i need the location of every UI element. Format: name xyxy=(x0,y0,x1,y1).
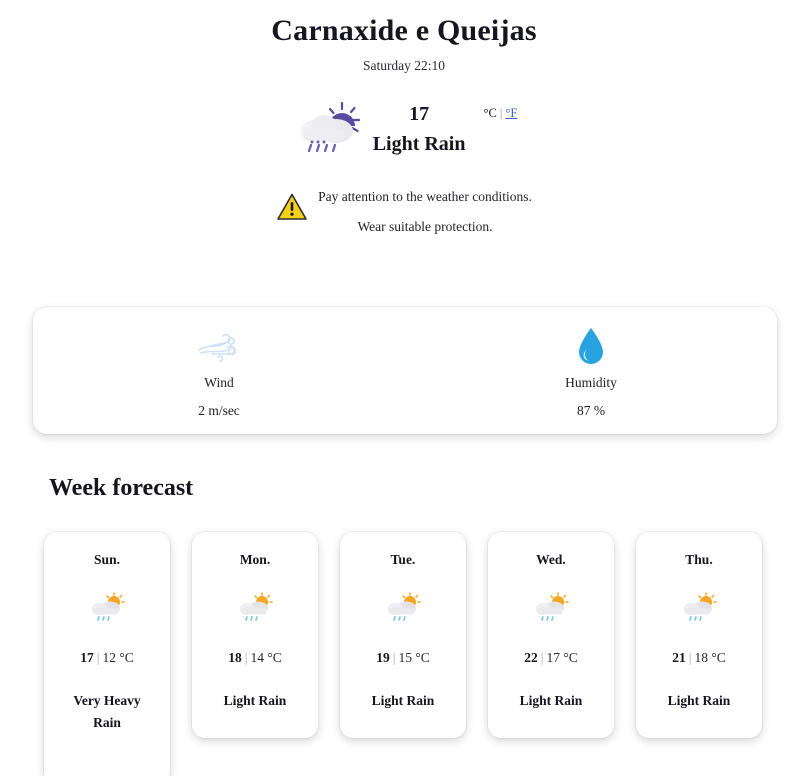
stat-value: 87 % xyxy=(576,403,606,418)
forecast-card-wed[interactable]: Wed. 22 | 17 °C Light Rain xyxy=(488,532,614,738)
advisory-line-1: Pay attention to the weather conditions. xyxy=(318,189,532,204)
forecast-temp-separator: | xyxy=(244,650,248,665)
forecast-temp-separator: | xyxy=(392,650,396,665)
forecast-high: 22 xyxy=(524,650,538,665)
forecast-card-thu[interactable]: Thu. 21 | 18 °C Light Rain xyxy=(636,532,762,738)
forecast-temps: 19 | 15 °C xyxy=(376,650,429,666)
sun-behind-cloud-rain-icon xyxy=(680,592,718,626)
advisory-line-2: Wear suitable protection. xyxy=(357,218,493,234)
forecast-day-label: Tue. xyxy=(390,552,416,567)
forecast-description: Light Rain xyxy=(223,693,287,708)
forecast-temps: 22 | 17 °C xyxy=(524,650,577,666)
stat-wind: Wind 2 m/sec xyxy=(33,307,405,434)
forecast-high: 21 xyxy=(672,650,686,665)
warning-triangle-icon xyxy=(276,192,308,222)
unit-celsius[interactable]: °C xyxy=(484,106,497,120)
forecast-day-label: Thu. xyxy=(685,552,713,567)
unit-fahrenheit-link[interactable]: °F xyxy=(505,106,517,120)
wind-icon xyxy=(196,326,242,368)
sun-behind-cloud-rain-icon xyxy=(88,592,126,626)
advisory-text: Pay attention to the weather conditions.… xyxy=(318,190,532,233)
forecast-temps: 18 | 14 °C xyxy=(228,650,281,666)
forecast-day-label: Wed. xyxy=(536,552,566,567)
forecast-description: Very Heavy Rain xyxy=(73,693,141,730)
forecast-temps: 21 | 18 °C xyxy=(672,650,725,666)
week-forecast-list: Sun. 17 | 12 °C Very Heavy Rain Mon. 18 … xyxy=(44,532,764,776)
sun-behind-cloud-rain-icon xyxy=(236,592,274,626)
forecast-low: 17 °C xyxy=(546,650,578,665)
forecast-temp-separator: | xyxy=(96,650,100,665)
week-forecast-heading: Week forecast xyxy=(49,474,194,501)
forecast-temp-separator: | xyxy=(540,650,544,665)
current-temperature: 17 xyxy=(409,103,430,125)
forecast-low: 12 °C xyxy=(102,650,134,665)
unit-toggle[interactable]: °C | °F xyxy=(484,106,518,121)
sun-behind-cloud-rain-icon xyxy=(384,592,422,626)
page-title: Carnaxide e Queijas xyxy=(271,14,537,47)
weather-advisory: Pay attention to the weather conditions.… xyxy=(0,190,808,233)
stat-label: Humidity xyxy=(565,375,617,390)
stat-humidity: Humidity 87 % xyxy=(405,307,777,434)
conditions-stats-card: Wind 2 m/sec Humidity 87 % xyxy=(33,307,777,434)
forecast-low: 18 °C xyxy=(694,650,726,665)
forecast-day-label: Sun. xyxy=(94,552,120,567)
forecast-high: 19 xyxy=(376,650,390,665)
local-datetime: Saturday 22:10 xyxy=(362,58,446,73)
forecast-description: Light Rain xyxy=(519,693,583,708)
forecast-temps: 17 | 12 °C xyxy=(80,650,133,666)
forecast-card-tue[interactable]: Tue. 19 | 15 °C Light Rain xyxy=(340,532,466,738)
forecast-description: Light Rain xyxy=(371,693,435,708)
forecast-high: 18 xyxy=(228,650,242,665)
weather-page: Carnaxide e Queijas Saturday 22:10 17 Li… xyxy=(0,14,808,776)
forecast-description: Light Rain xyxy=(667,693,731,708)
forecast-day-label: Mon. xyxy=(239,552,271,567)
current-conditions: 17 Light Rain °C | °F xyxy=(0,96,808,164)
forecast-low: 14 °C xyxy=(250,650,282,665)
current-description: Light Rain xyxy=(372,133,466,155)
sun-behind-cloud-rain-icon xyxy=(532,592,570,626)
stat-value: 2 m/sec xyxy=(198,403,240,418)
unit-separator: | xyxy=(499,106,503,120)
forecast-temp-separator: | xyxy=(688,650,692,665)
current-readout: 17 Light Rain xyxy=(373,104,466,156)
forecast-card-mon[interactable]: Mon. 18 | 14 °C Light Rain xyxy=(192,532,318,738)
forecast-high: 17 xyxy=(80,650,94,665)
stat-label: Wind xyxy=(204,375,234,390)
forecast-card-sun[interactable]: Sun. 17 | 12 °C Very Heavy Rain xyxy=(44,532,170,776)
sun-behind-cloud-rain-icon xyxy=(291,98,367,164)
humidity-droplet-icon xyxy=(568,326,614,368)
forecast-low: 15 °C xyxy=(398,650,430,665)
